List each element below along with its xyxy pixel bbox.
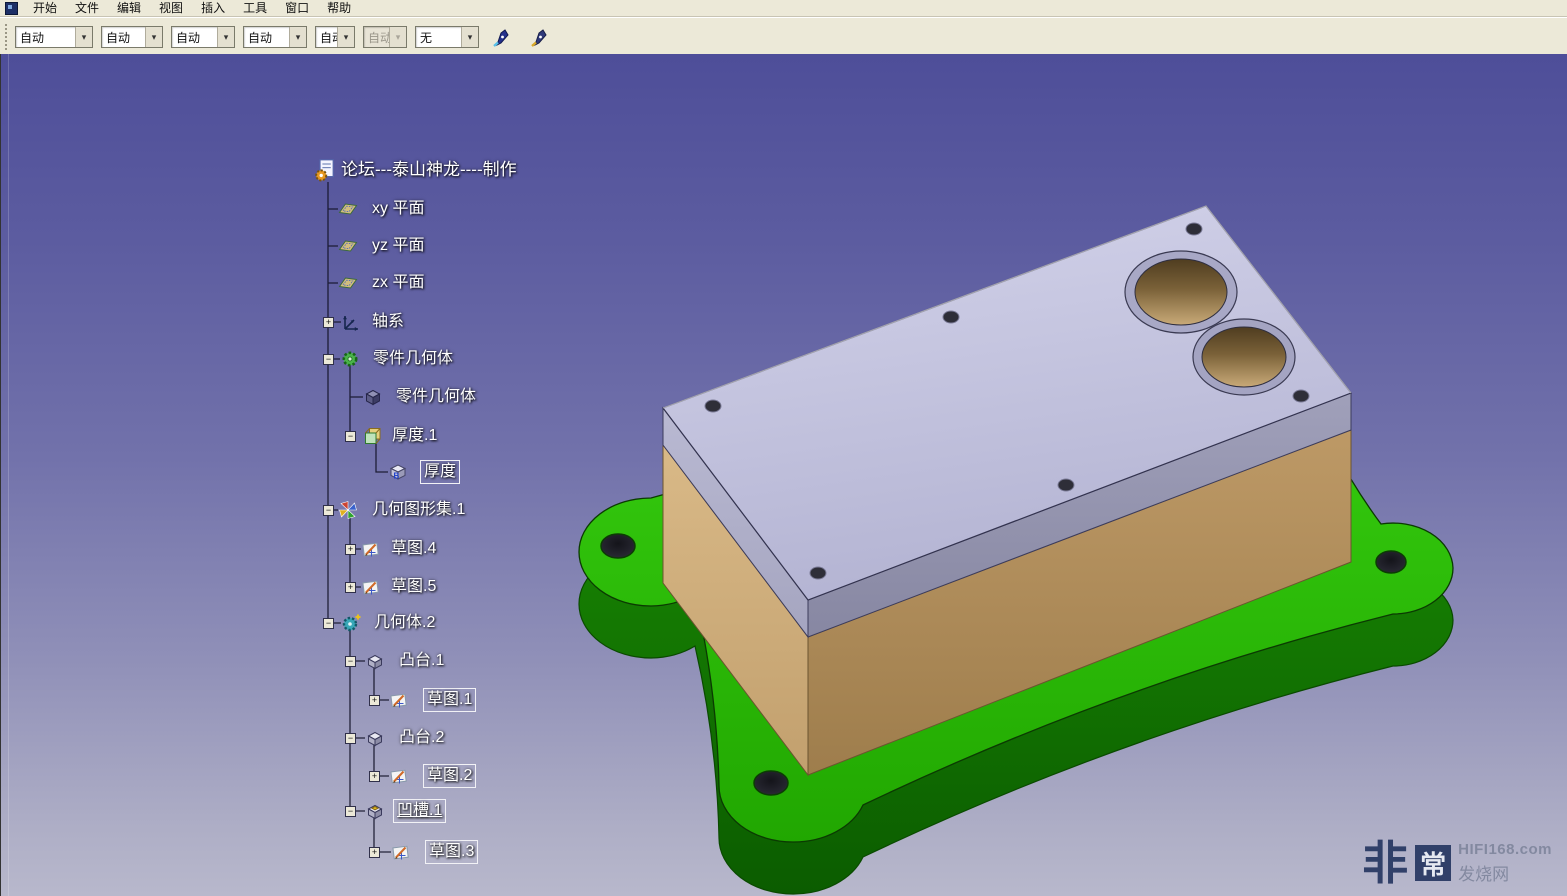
plane-icon[interactable] [338,199,358,219]
tree-item-sketch-3[interactable]: 草图.3 [425,840,478,864]
menu-item-start[interactable]: 开始 [24,0,66,16]
combo-arrow-icon[interactable] [461,27,478,47]
tree-item-partbody[interactable]: 零件几何体 [373,347,453,371]
pen-blue-icon [491,25,515,49]
tree-expander-pad-1[interactable] [345,656,356,667]
menu-item-tools[interactable]: 工具 [234,0,276,16]
combo-arrow-icon[interactable] [289,27,306,47]
toolbar-combo-1[interactable]: 自动 [15,26,93,48]
combo-value: 自动 [244,29,272,46]
thickness-icon[interactable] [363,426,383,446]
menu-item-file[interactable]: 文件 [66,0,108,16]
tree-item-yz-plane[interactable]: yz 平面 [372,234,424,258]
tree-expander-sketch-3[interactable] [369,847,380,858]
tree-item-sketch-2[interactable]: 草图.2 [423,764,476,788]
sketch-icon[interactable] [389,766,409,786]
axis-icon[interactable] [341,312,361,332]
tree-expander-pocket-1[interactable] [345,806,356,817]
tree-expander-pad-2[interactable] [345,733,356,744]
tree-connector-lines [1,54,1567,896]
menu-item-help[interactable]: 帮助 [318,0,360,16]
tree-item-xy-plane[interactable]: xy 平面 [372,197,424,221]
combo-arrow-icon[interactable] [145,27,162,47]
tree-item-partbody-child[interactable]: 零件几何体 [396,385,476,409]
specification-tree: 论坛---泰山神龙----制作xy 平面yz 平面zx 平面轴系零件几何体零件几… [1,54,1567,896]
tree-item-sketch-1[interactable]: 草图.1 [423,688,476,712]
pen-gold-icon [529,25,553,49]
tree-item-zx-plane[interactable]: zx 平面 [372,271,424,295]
geomset-icon[interactable] [338,500,358,520]
combo-value: 自动 [172,29,200,46]
tree-expander-sketch-5[interactable] [345,582,356,593]
menu-item-insert[interactable]: 插入 [192,0,234,16]
combo-value: 无 [416,29,432,46]
pad-icon[interactable] [365,651,385,671]
toolbar-combo-6[interactable]: 自动 [363,26,407,48]
body2-icon[interactable] [341,613,361,633]
menu-item-edit[interactable]: 编辑 [108,0,150,16]
root-icon[interactable] [314,158,338,182]
combo-value: 自动 [16,29,44,46]
combo-value: 自动 [364,29,389,46]
sketch-icon[interactable] [391,842,411,862]
toolbar-combo-7[interactable]: 无 [415,26,479,48]
tree-item-pocket-1[interactable]: 凹槽.1 [393,799,446,823]
tree-expander-sketch-2[interactable] [369,771,380,782]
plane-icon[interactable] [338,273,358,293]
tree-item-body-2[interactable]: 几何体.2 [374,611,435,635]
combo-value: 自动 [316,29,337,46]
combo-strip: 自动 自动 自动 自动 自动 自动 无 [15,26,479,48]
plane-icon[interactable] [338,236,358,256]
app-icon [5,2,18,15]
toolbar-combo-4[interactable]: 自动 [243,26,307,48]
tree-item-axis-system[interactable]: 轴系 [372,310,404,334]
tree-item-geomset-1[interactable]: 几何图形集.1 [372,498,465,522]
sketch-icon[interactable] [389,690,409,710]
pocket-icon[interactable] [365,801,385,821]
tree-expander-partbody[interactable] [323,354,334,365]
toolbar: 自动 自动 自动 自动 自动 自动 无 [0,17,1567,57]
combo-arrow-icon[interactable] [75,27,92,47]
menu-item-window[interactable]: 窗口 [276,0,318,16]
menu-item-view[interactable]: 视图 [150,0,192,16]
toolbar-combo-3[interactable]: 自动 [171,26,235,48]
combo-arrow-icon[interactable] [389,27,406,47]
tree-item-sketch-4[interactable]: 草图.4 [391,537,436,561]
toolbar-grip[interactable] [5,24,10,50]
menu-bar: 开始文件编辑视图插入工具窗口帮助 [0,0,1567,17]
tree-expander-axis-system[interactable] [323,317,334,328]
partbody-icon[interactable] [340,349,360,369]
menu-items: 开始文件编辑视图插入工具窗口帮助 [24,0,360,16]
tree-item-thickness-1[interactable]: 厚度.1 [392,424,437,448]
combo-arrow-icon[interactable] [217,27,234,47]
tree-expander-geomset-1[interactable] [323,505,334,516]
pad-icon[interactable] [365,728,385,748]
tree-expander-body-2[interactable] [323,618,334,629]
sketch-icon[interactable] [361,577,381,597]
combo-value: 自动 [102,29,130,46]
toolbar-combo-2[interactable]: 自动 [101,26,163,48]
cube-icon[interactable] [363,387,383,407]
tree-expander-thickness-1[interactable] [345,431,356,442]
tree-item-root[interactable]: 论坛---泰山神龙----制作 [341,158,517,182]
thickness-face-icon[interactable] [388,462,408,482]
tree-item-sketch-5[interactable]: 草图.5 [391,575,436,599]
pen-gold-icon[interactable] [527,23,555,51]
tree-expander-sketch-1[interactable] [369,695,380,706]
sketch-icon[interactable] [361,539,381,559]
toolbar-combo-5[interactable]: 自动 [315,26,355,48]
tree-expander-sketch-4[interactable] [345,544,356,555]
tree-item-thickness[interactable]: 厚度 [420,460,460,484]
tree-item-pad-1[interactable]: 凸台.1 [399,649,444,673]
pen-blue-icon[interactable] [489,23,517,51]
combo-arrow-icon[interactable] [337,27,354,47]
tree-item-pad-2[interactable]: 凸台.2 [399,726,444,750]
3d-viewport[interactable]: 论坛---泰山神龙----制作xy 平面yz 平面zx 平面轴系零件几何体零件几… [0,54,1567,896]
